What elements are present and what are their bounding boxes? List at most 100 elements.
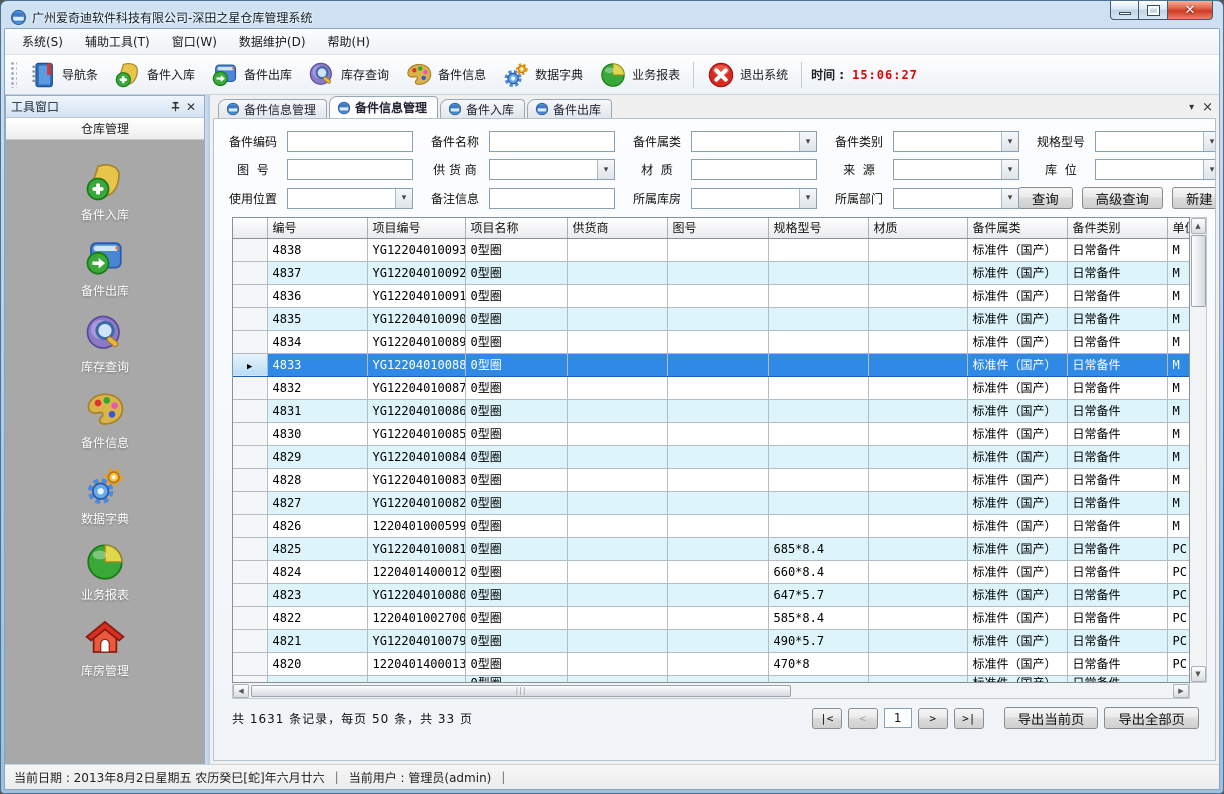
toolbar-button-备件入库[interactable]: 备件入库 bbox=[106, 58, 203, 92]
sidebar-item-备件出库[interactable]: 备件出库 bbox=[30, 230, 180, 306]
chevron-down-icon[interactable]: ▾ bbox=[1189, 102, 1194, 113]
tab-close-icon[interactable]: × bbox=[1202, 100, 1213, 115]
row-selector-cell[interactable] bbox=[233, 606, 267, 629]
table-row-4836[interactable]: 4836YG122040100910型圈标准件（国产）日常备件M bbox=[233, 284, 1190, 307]
row-selector-cell[interactable]: ▶ bbox=[233, 353, 267, 376]
toolbar-button-库存查询[interactable]: 库存查询 bbox=[300, 58, 397, 92]
maximize-button[interactable] bbox=[1139, 1, 1168, 20]
horizontal-scroll-thumb[interactable]: ||| bbox=[251, 685, 791, 697]
toolbar-button-数据字典[interactable]: 数据字典 bbox=[494, 58, 591, 92]
advanced-query-button[interactable]: 高级查询 bbox=[1082, 187, 1163, 209]
row-selector-cell[interactable] bbox=[233, 445, 267, 468]
row-selector-cell[interactable] bbox=[233, 399, 267, 422]
toolbar-button-备件出库[interactable]: 备件出库 bbox=[203, 58, 300, 92]
row-selector-cell[interactable] bbox=[233, 330, 267, 353]
scroll-left-icon[interactable]: ◀ bbox=[233, 684, 249, 698]
table-row-partial[interactable]: 0型圈标准件（国产）日常备件 bbox=[233, 675, 1190, 683]
column-header-项目编号[interactable]: 项目编号 bbox=[367, 218, 465, 238]
select-备件类别[interactable] bbox=[893, 131, 1019, 152]
table-row-4828[interactable]: 4828YG122040100830型圈标准件（国产）日常备件M bbox=[233, 468, 1190, 491]
row-selector-cell[interactable] bbox=[233, 514, 267, 537]
table-row-4830[interactable]: 4830YG122040100850型圈标准件（国产）日常备件M bbox=[233, 422, 1190, 445]
scroll-down-icon[interactable]: ▼ bbox=[1191, 666, 1206, 682]
query-button[interactable]: 查询 bbox=[1018, 187, 1073, 209]
first-page-button[interactable]: |< bbox=[812, 708, 842, 729]
sidebar-item-备件信息[interactable]: 备件信息 bbox=[30, 382, 180, 458]
select-规格型号[interactable] bbox=[1095, 131, 1216, 152]
column-header-材质[interactable]: 材质 bbox=[868, 218, 967, 238]
export-current-page-button[interactable]: 导出当前页 bbox=[1004, 707, 1099, 729]
table-row-4825[interactable]: 4825YG122040100810型圈685*8.4标准件（国产）日常备件PC bbox=[233, 537, 1190, 560]
row-selector-cell[interactable] bbox=[233, 652, 267, 675]
menu-item-4[interactable]: 数据维护(D) bbox=[228, 29, 317, 54]
row-selector-cell[interactable] bbox=[233, 491, 267, 514]
table-row-4837[interactable]: 4837YG122040100920型圈标准件（国产）日常备件M bbox=[233, 261, 1190, 284]
row-selector-cell[interactable] bbox=[233, 468, 267, 491]
column-header-图号[interactable]: 图号 bbox=[667, 218, 768, 238]
row-selector-cell[interactable] bbox=[233, 238, 267, 261]
scroll-up-icon[interactable]: ▲ bbox=[1191, 218, 1206, 234]
row-selector-cell[interactable] bbox=[233, 307, 267, 330]
table-row-4821[interactable]: 4821YG122040100790型圈490*5.7标准件（国产）日常备件PC bbox=[233, 629, 1190, 652]
select-所属部门[interactable] bbox=[893, 188, 1019, 209]
column-header-单位[interactable]: 单位 bbox=[1167, 218, 1190, 238]
tab-备件出库-4[interactable]: 备件出库 bbox=[527, 99, 612, 118]
sidebar-section-title[interactable]: 仓库管理 bbox=[6, 118, 204, 140]
row-selector-cell[interactable] bbox=[233, 629, 267, 652]
column-header-编号[interactable]: 编号 bbox=[267, 218, 367, 238]
table-row-4823[interactable]: 4823YG122040100800型圈647*5.7标准件（国产）日常备件PC bbox=[233, 583, 1190, 606]
table-row-4834[interactable]: 4834YG122040100890型圈标准件（国产）日常备件M bbox=[233, 330, 1190, 353]
close-button[interactable]: ✕ bbox=[1168, 1, 1213, 20]
select-供货商[interactable] bbox=[489, 159, 615, 180]
sidebar-close-icon[interactable]: ✕ bbox=[183, 99, 199, 114]
column-header-供货商[interactable]: 供货商 bbox=[567, 218, 667, 238]
tab-备件信息管理-1[interactable]: 备件信息管理 bbox=[218, 99, 327, 118]
table-row-4831[interactable]: 4831YG122040100860型圈标准件（国产）日常备件M bbox=[233, 399, 1190, 422]
table-row-4835[interactable]: 4835YG122040100900型圈标准件（国产）日常备件M bbox=[233, 307, 1190, 330]
row-selector-cell[interactable] bbox=[233, 583, 267, 606]
input-备件名称[interactable] bbox=[489, 131, 615, 152]
scroll-right-icon[interactable]: ▶ bbox=[1173, 684, 1189, 698]
toolbar-button-备件信息[interactable]: 备件信息 bbox=[397, 58, 494, 92]
export-all-pages-button[interactable]: 导出全部页 bbox=[1104, 707, 1199, 729]
column-header-备件属类[interactable]: 备件属类 bbox=[967, 218, 1067, 238]
toolbar-button-导航条[interactable]: 导航条 bbox=[21, 58, 106, 92]
column-header-项目名称[interactable]: 项目名称 bbox=[465, 218, 567, 238]
input-图号[interactable] bbox=[287, 159, 413, 180]
column-header-规格型号[interactable]: 规格型号 bbox=[768, 218, 868, 238]
menu-item-1[interactable]: 系统(S) bbox=[11, 29, 74, 54]
toolbar-button-退出系统[interactable]: 退出系统 bbox=[699, 58, 796, 92]
next-page-button[interactable]: > bbox=[918, 708, 948, 729]
table-row-4820[interactable]: 482012204014000130型圈470*8标准件（国产）日常备件PC bbox=[233, 652, 1190, 675]
input-材质[interactable] bbox=[691, 159, 817, 180]
select-来源[interactable] bbox=[893, 159, 1019, 180]
row-selector-cell[interactable] bbox=[233, 284, 267, 307]
row-selector-cell[interactable] bbox=[233, 560, 267, 583]
input-备件编码[interactable] bbox=[287, 131, 413, 152]
table-row-4822[interactable]: 482212204010027000型圈585*8.4标准件（国产）日常备件PC bbox=[233, 606, 1190, 629]
menu-item-2[interactable]: 辅助工具(T) bbox=[74, 29, 161, 54]
menu-item-5[interactable]: 帮助(H) bbox=[317, 29, 381, 54]
prev-page-button[interactable]: < bbox=[848, 708, 878, 729]
toolbar-button-业务报表[interactable]: 业务报表 bbox=[591, 58, 688, 92]
page-number-input[interactable]: 1 bbox=[884, 708, 912, 728]
table-row-4838[interactable]: 4838YG122040100930型圈标准件（国产）日常备件M bbox=[233, 238, 1190, 261]
select-备件属类[interactable] bbox=[691, 131, 817, 152]
sidebar-item-库存查询[interactable]: 库存查询 bbox=[30, 306, 180, 382]
table-row-4829[interactable]: 4829YG122040100840型圈标准件（国产）日常备件M bbox=[233, 445, 1190, 468]
row-selector-cell[interactable] bbox=[233, 537, 267, 560]
row-selector-cell[interactable] bbox=[233, 376, 267, 399]
row-selector-cell[interactable] bbox=[233, 422, 267, 445]
tab-备件信息管理-2[interactable]: 备件信息管理 bbox=[329, 96, 438, 118]
sidebar-item-备件入库[interactable]: 备件入库 bbox=[30, 154, 180, 230]
column-header-备件类别[interactable]: 备件类别 bbox=[1067, 218, 1167, 238]
sidebar-item-数据字典[interactable]: 数据字典 bbox=[30, 458, 180, 534]
table-row-4832[interactable]: 4832YG122040100870型圈标准件（国产）日常备件M bbox=[233, 376, 1190, 399]
input-备注信息[interactable] bbox=[489, 188, 615, 209]
vertical-scrollbar[interactable]: ▲ ▼ bbox=[1190, 217, 1207, 683]
tab-备件入库-3[interactable]: 备件入库 bbox=[440, 99, 525, 118]
table-row-4833[interactable]: ▶4833YG122040100880型圈标准件（国产）日常备件M bbox=[233, 353, 1190, 376]
select-所属库房[interactable] bbox=[691, 188, 817, 209]
row-selector-cell[interactable] bbox=[233, 261, 267, 284]
minimize-button[interactable] bbox=[1110, 1, 1139, 20]
